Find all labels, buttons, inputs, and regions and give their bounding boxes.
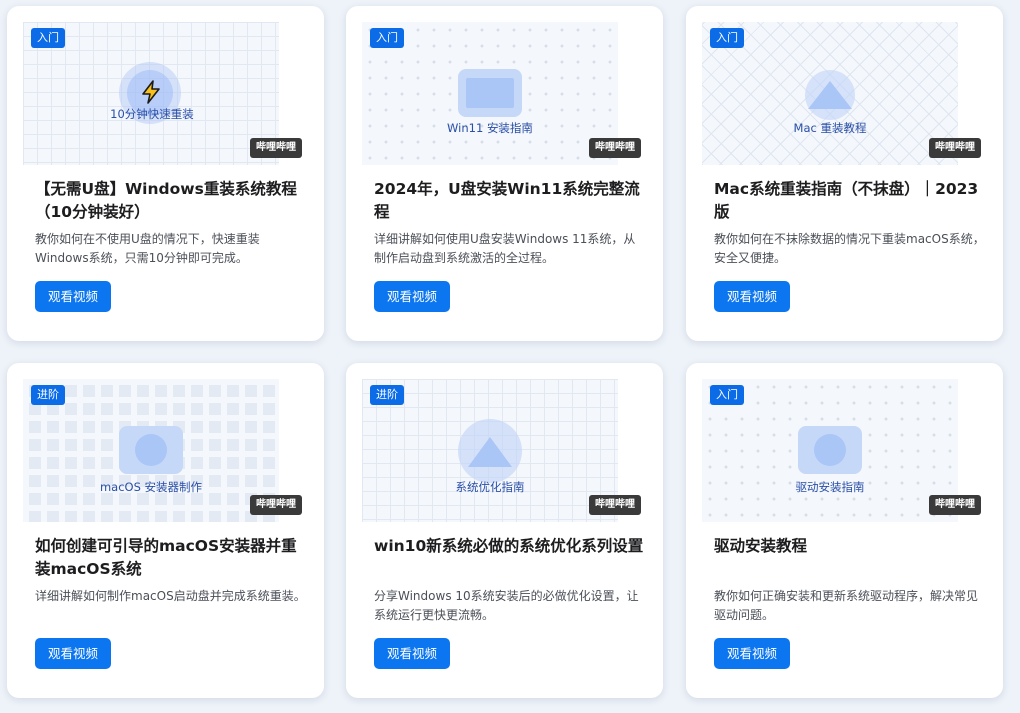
source-badge: 哔哩哔哩 bbox=[929, 138, 981, 158]
thumbnail-caption: 系统优化指南 bbox=[455, 480, 525, 494]
video-card[interactable]: 驱动安装指南 入门 哔哩哔哩 驱动安装教程 教你如何正确安装和更新系统驱动程序，… bbox=[686, 363, 1003, 698]
video-card[interactable]: 系统优化指南 进阶 哔哩哔哩 win10新系统必做的系统优化系列设置 分享Win… bbox=[346, 363, 663, 698]
video-title: 如何创建可引导的macOS安装器并重装macOS系统 bbox=[35, 537, 297, 578]
watch-video-button[interactable]: 观看视频 bbox=[374, 281, 451, 312]
video-card[interactable]: Mac 重装教程 入门 哔哩哔哩 Mac系统重装指南（不抹盘）｜2023版 教你… bbox=[686, 6, 1003, 341]
thumbnail-caption: 10分钟快速重装 bbox=[110, 107, 194, 121]
source-badge: 哔哩哔哩 bbox=[929, 495, 981, 515]
level-badge: 入门 bbox=[370, 28, 404, 48]
video-thumbnail[interactable]: 驱动安装指南 入门 bbox=[702, 379, 958, 522]
source-badge: 哔哩哔哩 bbox=[250, 138, 302, 158]
source-badge: 哔哩哔哩 bbox=[250, 495, 302, 515]
level-badge: 入门 bbox=[710, 385, 744, 405]
video-card[interactable]: 10分钟快速重装 入门 哔哩哔哩 【无需U盘】Windows重装系统教程（10分… bbox=[7, 6, 324, 341]
video-thumbnail[interactable]: 系统优化指南 进阶 bbox=[362, 379, 618, 522]
thumbnail-caption: Win11 安装指南 bbox=[447, 121, 533, 135]
video-thumbnail[interactable]: 10分钟快速重装 入门 bbox=[23, 22, 279, 165]
triangle-icon bbox=[808, 81, 852, 109]
triangle-icon bbox=[468, 437, 512, 467]
level-badge: 进阶 bbox=[370, 385, 404, 405]
video-title: 驱动安装教程 bbox=[714, 537, 808, 555]
source-badge: 哔哩哔哩 bbox=[589, 138, 641, 158]
watch-video-button[interactable]: 观看视频 bbox=[714, 281, 791, 312]
lightning-icon bbox=[142, 80, 160, 104]
video-thumbnail[interactable]: Win11 安装指南 入门 bbox=[362, 22, 618, 165]
video-description: 教你如何正确安装和更新系统驱动程序，解决常见驱动问题。 bbox=[714, 589, 979, 622]
video-title: 2024年，U盘安装Win11系统完整流程 bbox=[374, 180, 640, 221]
video-title: Mac系统重装指南（不抹盘）｜2023版 bbox=[714, 180, 979, 221]
watch-video-button[interactable]: 观看视频 bbox=[374, 638, 451, 669]
video-description: 教你如何在不使用U盘的情况下，快速重装Windows系统，只需10分钟即可完成。 bbox=[35, 232, 260, 265]
video-description: 详细讲解如何使用U盘安装Windows 11系统，从制作启动盘到系统激活的全过程… bbox=[374, 232, 636, 265]
video-card[interactable]: macOS 安装器制作 进阶 哔哩哔哩 如何创建可引导的macOS安装器并重装m… bbox=[7, 363, 324, 698]
video-card[interactable]: Win11 安装指南 入门 哔哩哔哩 2024年，U盘安装Win11系统完整流程… bbox=[346, 6, 663, 341]
thumbnail-caption: 驱动安装指南 bbox=[795, 480, 865, 494]
level-badge: 入门 bbox=[31, 28, 65, 48]
video-thumbnail[interactable]: Mac 重装教程 入门 bbox=[702, 22, 958, 165]
level-badge: 进阶 bbox=[31, 385, 65, 405]
video-thumbnail[interactable]: macOS 安装器制作 进阶 bbox=[23, 379, 279, 522]
watch-video-button[interactable]: 观看视频 bbox=[35, 638, 112, 669]
thumbnail-caption: macOS 安装器制作 bbox=[99, 480, 203, 494]
video-description: 教你如何在不抹除数据的情况下重装macOS系统，安全又便捷。 bbox=[714, 232, 985, 265]
video-title: win10新系统必做的系统优化系列设置 bbox=[374, 537, 644, 555]
video-description: 详细讲解如何制作macOS启动盘并完成系统重装。 bbox=[35, 589, 306, 603]
thumbnail-caption: Mac 重装教程 bbox=[793, 121, 867, 135]
video-title: 【无需U盘】Windows重装系统教程（10分钟装好） bbox=[35, 180, 297, 221]
circle-icon bbox=[135, 434, 167, 466]
circle-icon bbox=[814, 434, 846, 466]
watch-video-button[interactable]: 观看视频 bbox=[714, 638, 791, 669]
source-badge: 哔哩哔哩 bbox=[589, 495, 641, 515]
level-badge: 入门 bbox=[710, 28, 744, 48]
video-description: 分享Windows 10系统安装后的必做优化设置，让系统运行更快更流畅。 bbox=[374, 589, 639, 622]
watch-video-button[interactable]: 观看视频 bbox=[35, 281, 112, 312]
